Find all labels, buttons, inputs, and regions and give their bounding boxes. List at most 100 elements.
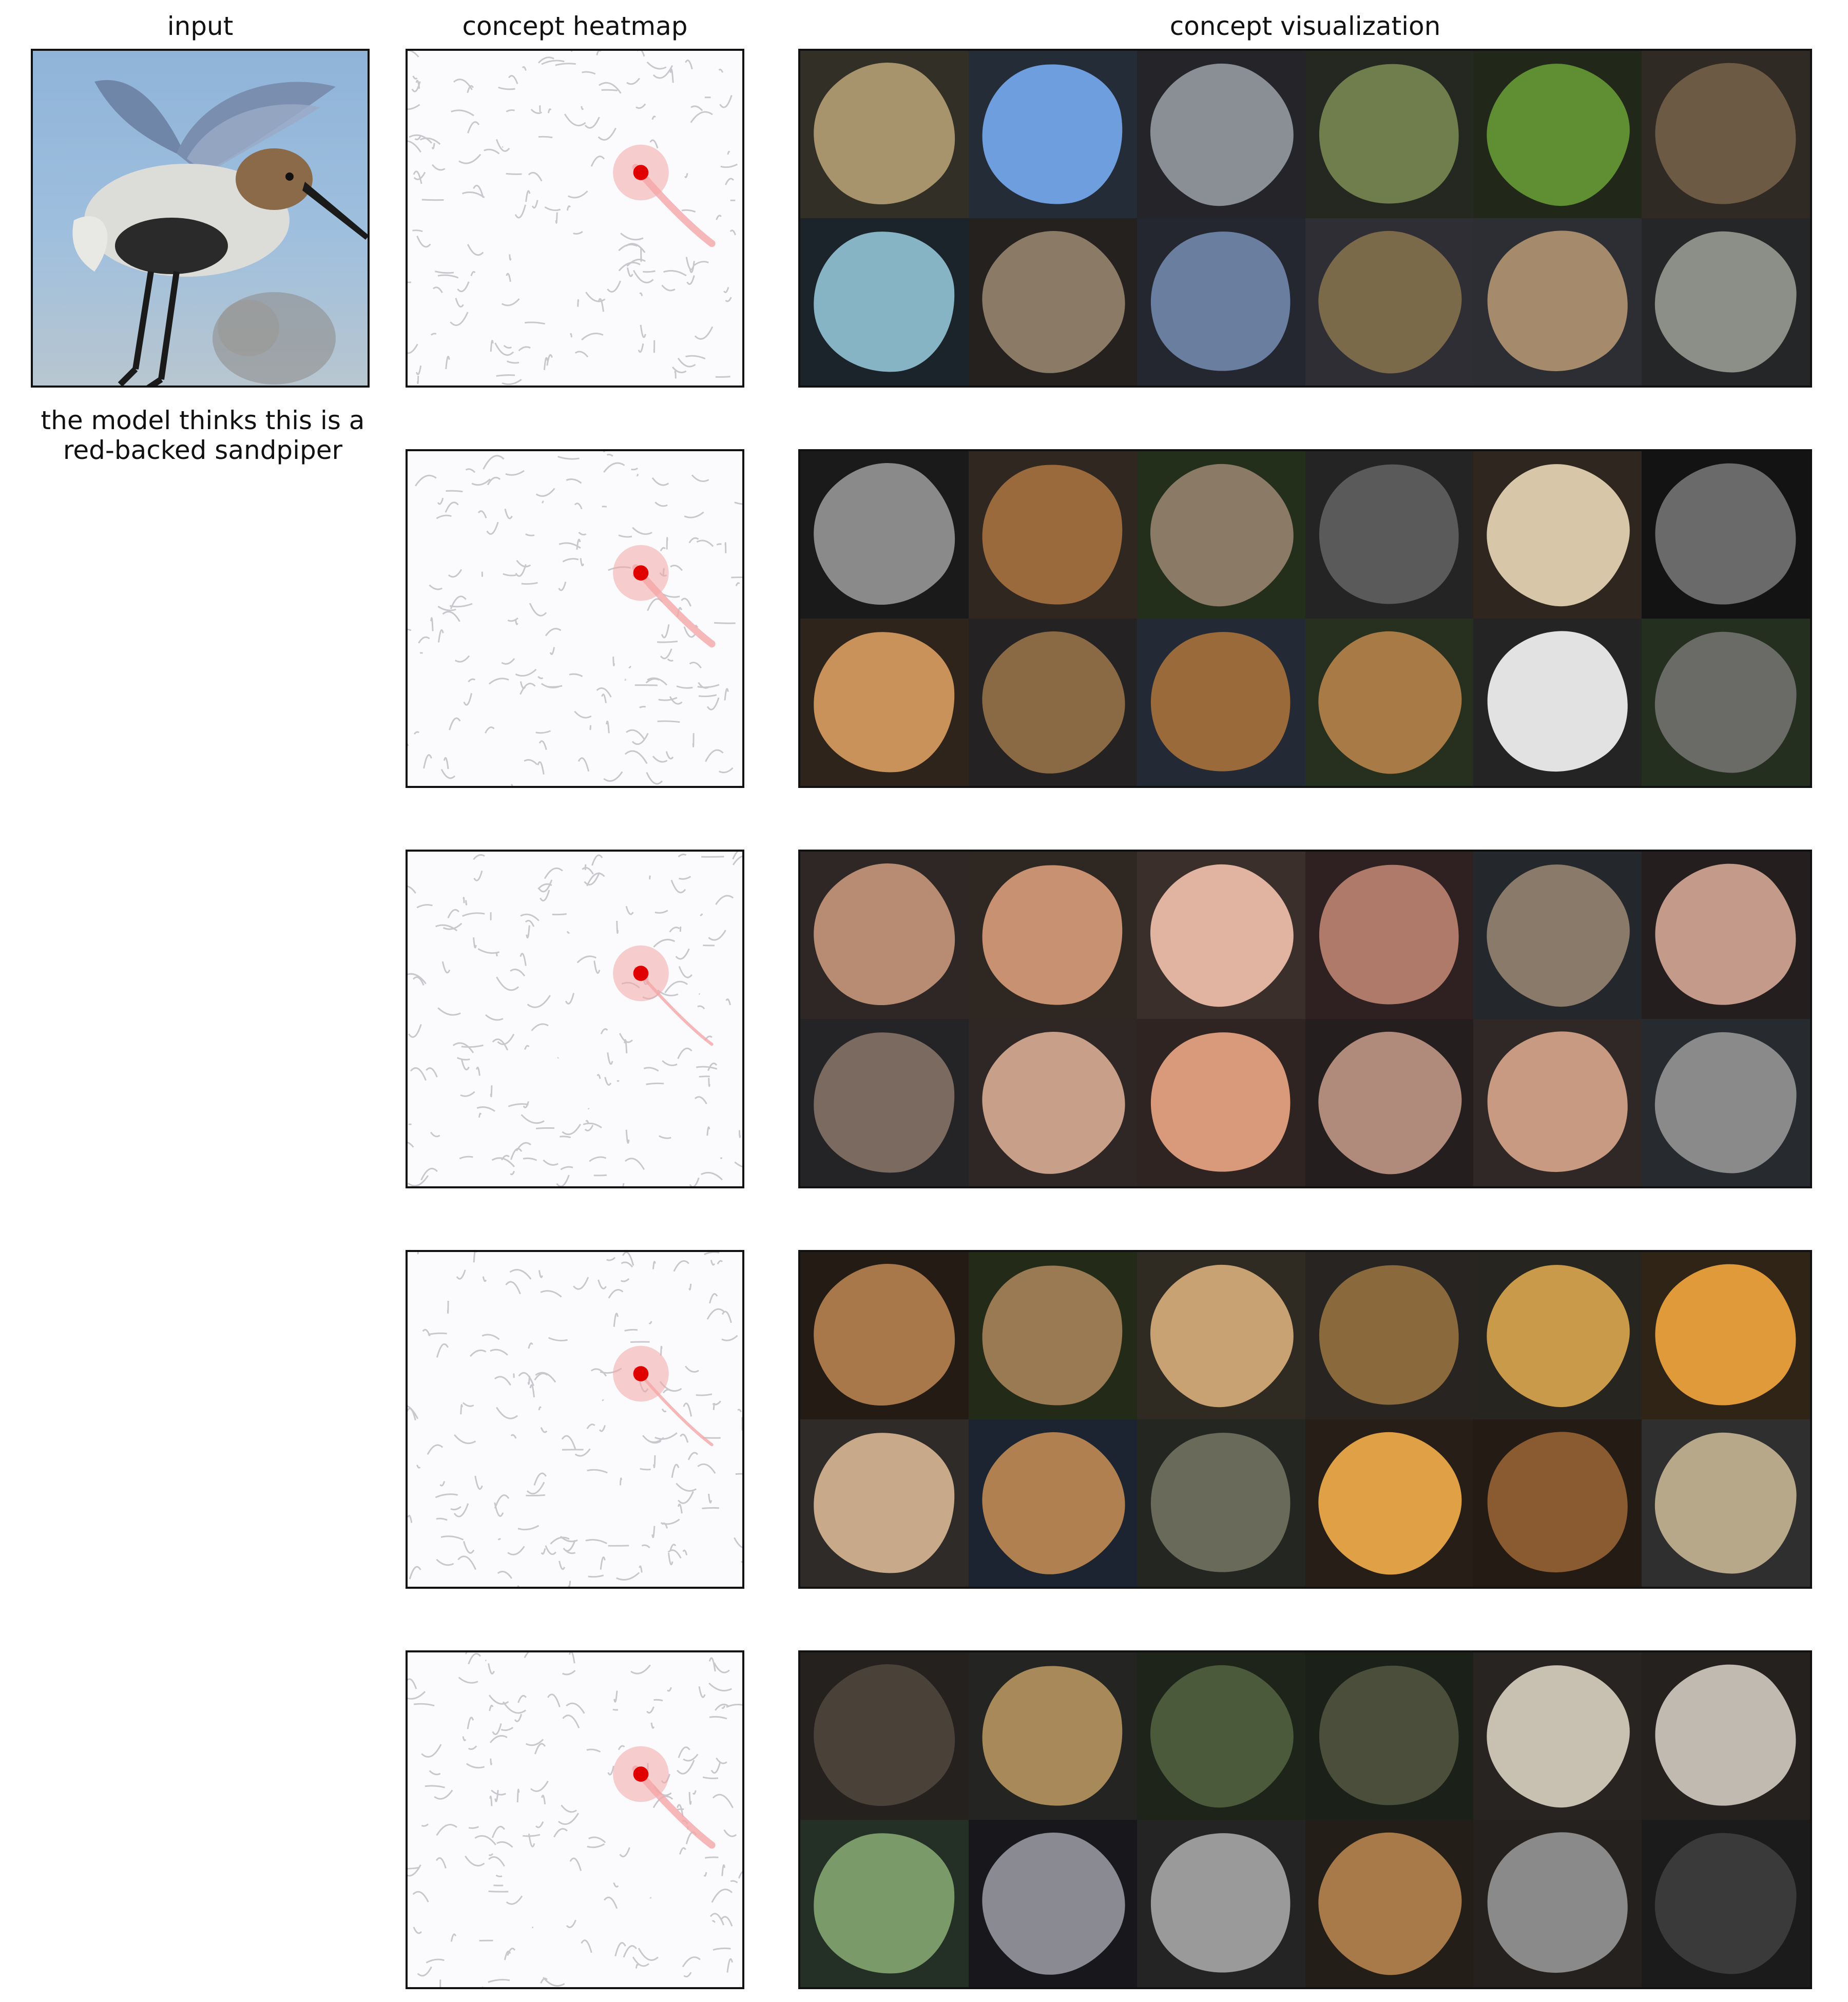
edge-stroke bbox=[684, 173, 688, 178]
edge-stroke bbox=[440, 1535, 464, 1541]
edge-stroke bbox=[467, 121, 480, 133]
edge-stroke bbox=[410, 1067, 427, 1081]
edge-stroke bbox=[537, 676, 544, 679]
edge-stroke bbox=[529, 603, 547, 617]
edge-stroke bbox=[603, 771, 623, 782]
example-patch bbox=[1642, 218, 1810, 386]
edge-stroke bbox=[465, 468, 476, 473]
edge-stroke bbox=[535, 1821, 544, 1828]
example-patch bbox=[968, 1419, 1137, 1587]
edge-stroke bbox=[524, 759, 538, 765]
edge-stroke bbox=[708, 1493, 713, 1504]
edge-stroke bbox=[662, 1060, 678, 1066]
heatmap-canvas bbox=[408, 51, 738, 386]
edge-stroke bbox=[543, 1159, 559, 1166]
edge-stroke bbox=[508, 1103, 529, 1107]
edge-stroke bbox=[648, 1321, 652, 1324]
edge-stroke bbox=[509, 254, 512, 261]
edge-stroke bbox=[408, 1141, 414, 1148]
edge-stroke bbox=[639, 706, 646, 708]
edge-stroke bbox=[562, 1670, 576, 1676]
edge-stroke bbox=[674, 370, 677, 379]
edge-stroke bbox=[608, 1289, 624, 1299]
example-patch bbox=[968, 218, 1137, 386]
edge-stroke bbox=[501, 298, 520, 306]
edge-stroke bbox=[689, 662, 702, 669]
edge-stroke bbox=[600, 1028, 608, 1034]
edge-stroke bbox=[738, 1871, 742, 1879]
edge-stroke bbox=[725, 178, 735, 185]
edge-stroke bbox=[488, 1979, 510, 1983]
edge-stroke bbox=[490, 340, 494, 352]
example-patch bbox=[1473, 1019, 1642, 1186]
edge-stroke bbox=[494, 1789, 499, 1802]
edge-stroke bbox=[661, 1408, 667, 1413]
edge-stroke bbox=[643, 1067, 659, 1072]
example-patch bbox=[1305, 51, 1474, 218]
edge-stroke bbox=[525, 533, 535, 536]
edge-stroke bbox=[504, 1950, 511, 1960]
edge-stroke bbox=[429, 584, 442, 590]
heatmap-canvas bbox=[408, 852, 742, 1186]
example-patch bbox=[1305, 1820, 1474, 1987]
edge-stroke bbox=[525, 321, 545, 325]
edge-stroke bbox=[637, 51, 645, 57]
heat-hotspot bbox=[633, 165, 649, 180]
example-patch bbox=[1642, 1419, 1810, 1587]
edge-stroke bbox=[413, 1927, 422, 1934]
edge-stroke bbox=[664, 980, 688, 993]
edge-stroke bbox=[477, 948, 500, 954]
edge-stroke bbox=[413, 731, 420, 735]
example-patch bbox=[800, 51, 969, 218]
example-patch bbox=[1137, 1019, 1305, 1186]
edge-stroke bbox=[604, 1076, 612, 1086]
edge-stroke bbox=[582, 71, 596, 75]
edge-stroke bbox=[584, 117, 600, 129]
edge-stroke bbox=[531, 1023, 549, 1031]
edge-stroke bbox=[451, 109, 474, 117]
edge-stroke bbox=[706, 697, 720, 710]
example-patch bbox=[968, 619, 1137, 786]
edge-stroke bbox=[607, 1052, 613, 1065]
edge-stroke bbox=[495, 139, 510, 152]
edge-stroke bbox=[529, 1384, 535, 1398]
edge-stroke bbox=[447, 909, 459, 919]
edge-stroke bbox=[408, 1864, 421, 1877]
edge-stroke bbox=[657, 720, 680, 723]
example-patch bbox=[1137, 218, 1305, 386]
edge-stroke bbox=[417, 1966, 432, 1977]
edge-stroke bbox=[632, 527, 652, 535]
edge-stroke bbox=[718, 68, 724, 73]
edge-stroke bbox=[562, 558, 579, 563]
prediction-caption: the model thinks this is a red-backed sa… bbox=[21, 406, 385, 465]
edge-stroke bbox=[420, 1167, 438, 1181]
example-patch bbox=[1305, 451, 1474, 619]
edge-stroke bbox=[658, 1135, 671, 1139]
edge-stroke bbox=[456, 1269, 466, 1280]
edge-stroke bbox=[436, 1558, 454, 1566]
edge-stroke bbox=[738, 1130, 741, 1138]
edge-stroke bbox=[706, 1308, 725, 1320]
edge-stroke bbox=[706, 1126, 710, 1136]
edge-stroke bbox=[567, 190, 588, 199]
concept-visualization-grid bbox=[798, 49, 1812, 388]
example-patch bbox=[800, 1019, 969, 1186]
edge-stroke bbox=[542, 500, 544, 504]
edge-stroke bbox=[681, 209, 696, 213]
edge-stroke bbox=[669, 1544, 677, 1550]
edge-stroke bbox=[678, 854, 687, 858]
edge-stroke bbox=[413, 1703, 435, 1707]
edge-stroke bbox=[694, 326, 714, 340]
edge-stroke bbox=[538, 1406, 542, 1411]
edge-stroke bbox=[586, 1748, 601, 1753]
edge-stroke bbox=[591, 854, 603, 866]
edge-stroke bbox=[653, 938, 676, 948]
edge-stroke bbox=[460, 1091, 475, 1097]
edge-stroke bbox=[503, 573, 516, 576]
edge-stroke bbox=[705, 749, 724, 762]
edge-stroke bbox=[468, 1745, 477, 1750]
edge-stroke bbox=[416, 1465, 421, 1469]
edge-stroke bbox=[686, 275, 695, 285]
edge-stroke bbox=[607, 280, 621, 293]
edge-stroke bbox=[587, 1843, 605, 1849]
